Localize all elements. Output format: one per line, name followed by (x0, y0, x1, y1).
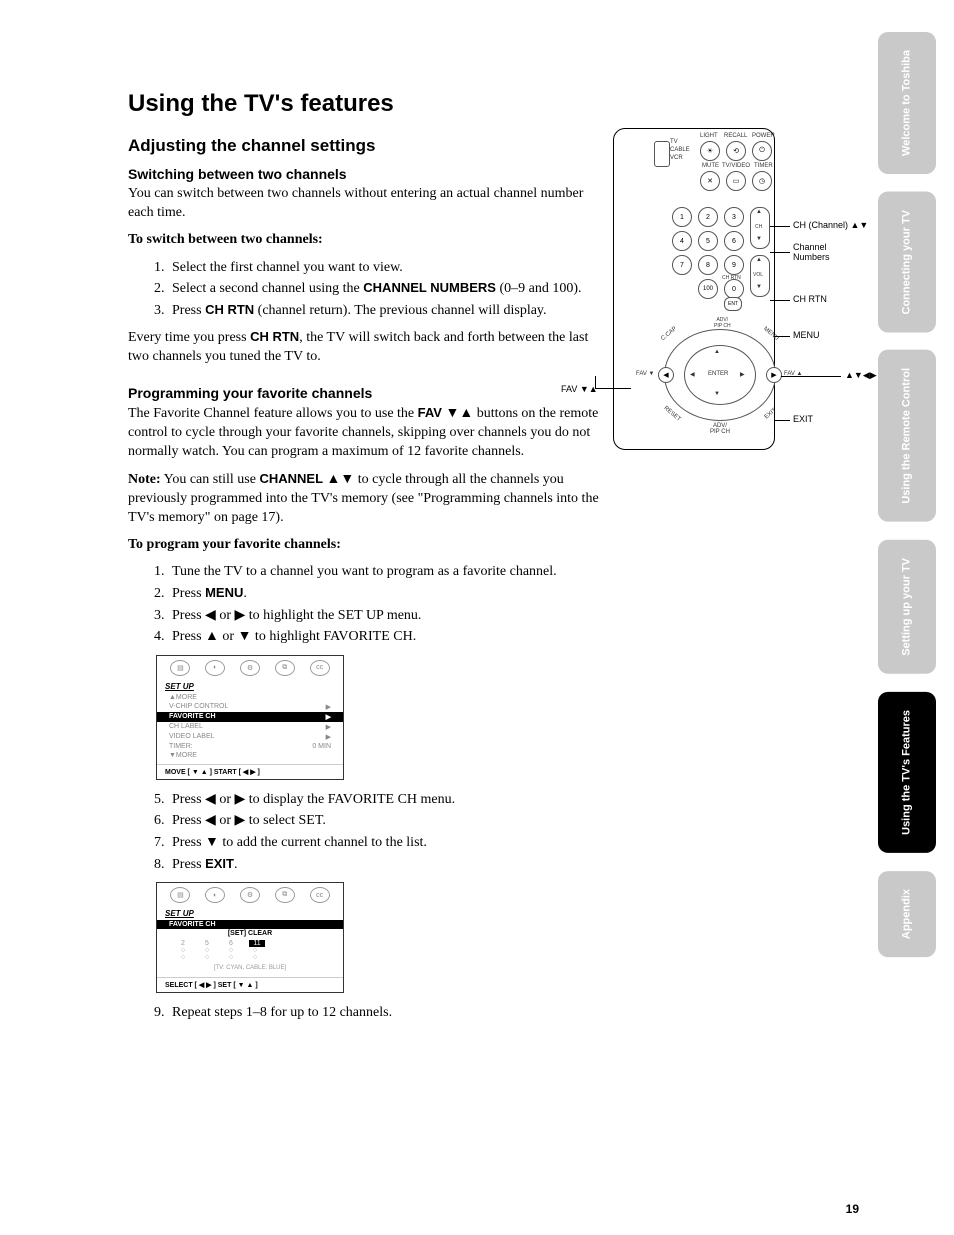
switching-steps: Select the first channel you want to vie… (128, 258, 608, 321)
list-item: Press ▲ or ▼ to highlight FAVORITE CH. (168, 627, 608, 647)
callout-arrows: ▲▼◀▶ (845, 370, 877, 381)
osd-icon: ◐ (205, 660, 225, 676)
osd-setup-menu: ▤ ◐ ⚙ ⧉ cc SET UP ▲MOREV-CHIP CONTROL▶FA… (156, 655, 344, 780)
list-item: Press ◀ or ▶ to select SET. (168, 811, 608, 831)
osd-icon: cc (310, 660, 330, 676)
list-item: Repeat steps 1–8 for up to 12 channels. (168, 1003, 608, 1023)
list-item: Press CH RTN (channel return). The previ… (168, 301, 608, 321)
fav-up-button: ▶ (766, 367, 782, 383)
osd-icon: ◐ (205, 887, 225, 903)
ch-rocker: ▲ CH ▼ (750, 207, 770, 249)
osd-row: CH LABEL▶ (157, 722, 343, 732)
num-2: 2 (698, 207, 718, 227)
osd-icon: cc (310, 887, 330, 903)
osd-icon: ⚙ (240, 660, 260, 676)
callout-fav: FAV ▼▲ (561, 384, 598, 394)
list-item: Press ◀ or ▶ to highlight the SET UP men… (168, 606, 608, 626)
num-4: 4 (672, 231, 692, 251)
num-0: 0 (724, 279, 744, 299)
list-item: Select a second channel using the CHANNE… (168, 279, 608, 299)
favorites-p1: The Favorite Channel feature allows you … (128, 404, 608, 462)
remote-diagram: LIGHT RECALL POWER ☀ ⟲ ⏻ TV CABLE VCR MU… (565, 128, 855, 458)
num-6: 6 (724, 231, 744, 251)
section-tab: Setting up your TV (878, 540, 936, 674)
callout-ch: CH (Channel) ▲▼ (793, 220, 868, 230)
num-9: 9 (724, 255, 744, 275)
osd-row: VIDEO LABEL▶ (157, 732, 343, 742)
list-item: Press MENU. (168, 584, 608, 604)
tvvideo-button: ▭ (726, 171, 746, 191)
section-heading: Adjusting the channel settings (128, 136, 608, 156)
num-1: 1 (672, 207, 692, 227)
switching-outro: Every time you press CH RTN, the TV will… (128, 328, 608, 367)
list-item: Select the first channel you want to vie… (168, 258, 608, 278)
recall-button: ⟲ (726, 141, 746, 161)
switching-intro: You can switch between two channels with… (128, 185, 608, 223)
subheading-switching: Switching between two channels (128, 166, 608, 182)
num-100: 100 (698, 279, 718, 299)
list-item: Press ◀ or ▶ to display the FAVORITE CH … (168, 790, 608, 810)
mute-button: ✕ (700, 171, 720, 191)
osd-favorite-menu: ▤ ◐ ⚙ ⧉ cc SET UP FAVORITE CH [SET] CLEA… (156, 882, 344, 993)
osd-icon: ⧉ (275, 887, 295, 903)
num-8: 8 (698, 255, 718, 275)
osd-row: ▼MORE (157, 751, 343, 760)
favorites-steps: Tune the TV to a channel you want to pro… (128, 562, 608, 646)
callout-exit: EXIT (793, 414, 813, 424)
ent-button: ENT (724, 297, 742, 311)
callout-menu: MENU (793, 330, 820, 340)
callout-chrtn: CH RTN (793, 294, 827, 304)
osd-row: FAVORITE CH▶ (157, 712, 343, 722)
list-item: Press ▼ to add the current channel to th… (168, 833, 608, 853)
page-title: Using the TV's features (128, 90, 608, 118)
section-tab: Using the Remote Control (878, 350, 936, 522)
section-tab: Using the TV's Features (878, 692, 936, 853)
osd-row: TIMER:0 MIN (157, 742, 343, 751)
subheading-favorites: Programming your favorite channels (128, 385, 608, 401)
power-button: ⏻ (752, 141, 772, 161)
timer-button: ◷ (752, 171, 772, 191)
num-7: 7 (672, 255, 692, 275)
light-button: ☀ (700, 141, 720, 161)
switching-list-label: To switch between two channels: (128, 231, 608, 250)
osd-row: ▲MORE (157, 693, 343, 702)
favorites-note: Note: You can still use CHANNEL ▲▼ to cy… (128, 470, 608, 528)
osd-icon: ⧉ (275, 660, 295, 676)
num-3: 3 (724, 207, 744, 227)
callout-nums: Channel Numbers (793, 242, 830, 262)
section-tab: Connecting your TV (878, 192, 936, 333)
vol-rocker: ▲ VOL ▼ (750, 255, 770, 297)
osd-icon: ▤ (170, 887, 190, 903)
list-item: Press EXIT. (168, 855, 608, 875)
favorites-steps-cont: Press ◀ or ▶ to display the FAVORITE CH … (128, 790, 608, 874)
num-5: 5 (698, 231, 718, 251)
page-number: 19 (846, 1202, 859, 1216)
section-tabs: Welcome to Toshiba Connecting your TV Usin… (878, 32, 934, 975)
fav-down-button: ◀ (658, 367, 674, 383)
section-tab: Appendix (878, 871, 936, 957)
osd-row: V-CHIP CONTROL▶ (157, 702, 343, 712)
list-item: Tune the TV to a channel you want to pro… (168, 562, 608, 582)
mode-switch (654, 141, 670, 167)
osd-icon: ⚙ (240, 887, 260, 903)
favorites-list-label: To program your favorite channels: (128, 536, 608, 555)
section-tab: Welcome to Toshiba (878, 32, 936, 174)
favorites-steps-cont2: Repeat steps 1–8 for up to 12 channels. (128, 1003, 608, 1023)
osd-icon: ▤ (170, 660, 190, 676)
